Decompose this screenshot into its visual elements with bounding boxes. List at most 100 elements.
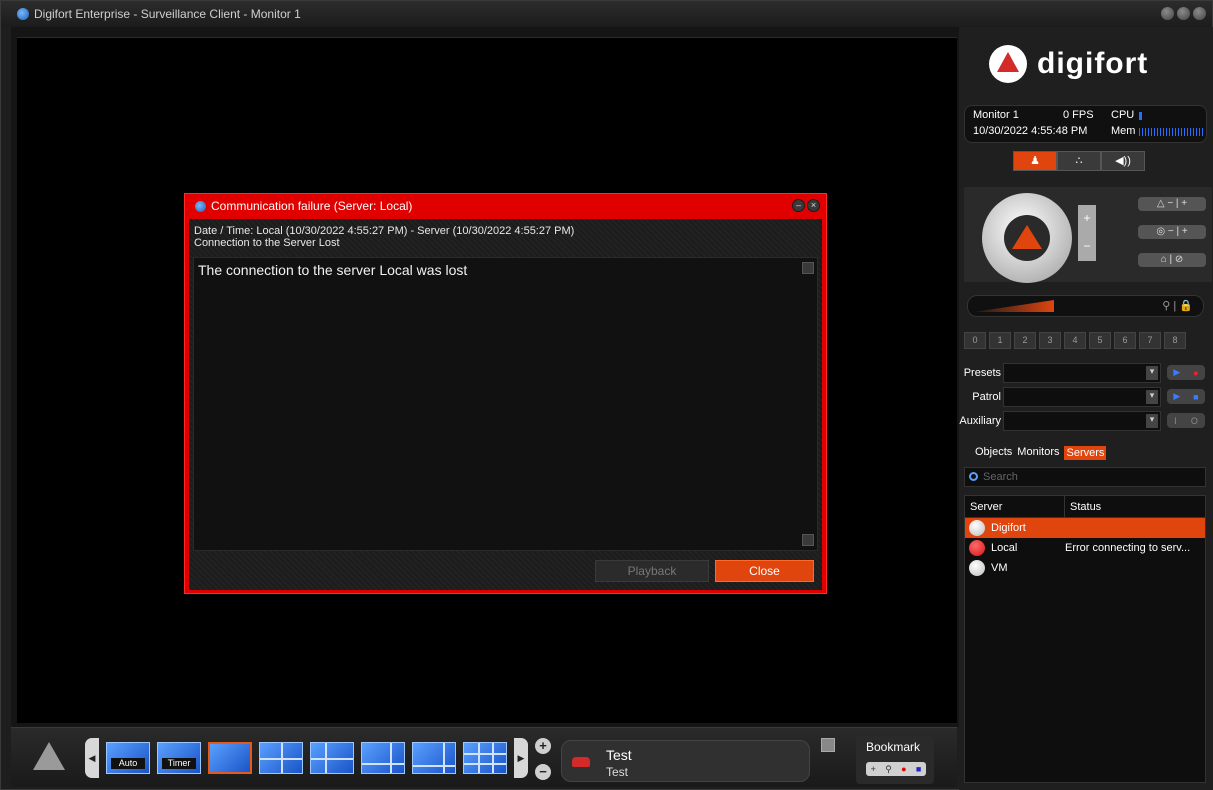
tab-monitors[interactable]: Monitors [1017, 446, 1059, 460]
dialog-minimize-icon[interactable]: – [792, 199, 805, 212]
scroll-up-icon[interactable] [802, 262, 814, 274]
bookmark-record-icon[interactable]: ● [901, 764, 906, 774]
mem-label: Mem [1111, 125, 1136, 137]
bookmark-search-icon[interactable]: ⚲ [885, 764, 892, 775]
bookmark-add-icon[interactable]: + [871, 764, 876, 774]
app-window: Digifort Enterprise - Surveillance Clien… [0, 0, 1213, 790]
bookmark-label: Bookmark [866, 740, 921, 754]
layouts-prev-button[interactable]: ◀ [85, 738, 99, 778]
auxiliary-row: Auxiliary IO [959, 411, 1213, 431]
monitor-name: Monitor 1 [973, 109, 1019, 121]
auxiliary-buttons[interactable]: IO [1167, 413, 1205, 428]
monitor-datetime: 10/30/2022 4:55:48 PM [973, 125, 1088, 137]
tab-servers[interactable]: Servers [1064, 446, 1107, 460]
auxiliary-select[interactable] [1003, 411, 1161, 431]
zoom-in-icon[interactable]: + [1078, 205, 1096, 233]
zoom-out-icon[interactable]: − [1078, 233, 1096, 261]
server-name: Digifort [991, 522, 1026, 534]
presets-label: Presets [963, 367, 1001, 379]
add-layout-icon[interactable]: + [535, 738, 551, 754]
profile-box[interactable]: Test Test [561, 740, 810, 782]
dialog-close-icon[interactable]: × [807, 199, 820, 212]
communication-failure-dialog: Communication failure (Server: Local) – … [184, 193, 827, 594]
speed-tool-icons[interactable]: ⚲ | 🔒 [1162, 299, 1193, 312]
dialog-message: The connection to the server Local was l… [198, 262, 468, 278]
layout-1-plus-7[interactable] [412, 742, 456, 774]
layout-timer-label: Timer [162, 758, 196, 769]
layout-1-plus-5[interactable] [361, 742, 405, 774]
preset-number-button[interactable]: 2 [1014, 332, 1036, 349]
search-input[interactable]: Search [964, 467, 1206, 487]
ptz-joystick[interactable] [982, 193, 1072, 283]
patrol-buttons[interactable]: ▶ ■ [1167, 389, 1205, 404]
presets-row: Presets ▶● [959, 363, 1213, 383]
preset-number-button[interactable]: 8 [1164, 332, 1186, 349]
digifort-logo-icon [989, 45, 1027, 83]
minimize-icon[interactable] [1161, 7, 1174, 20]
audio-mode-icon[interactable]: ◀)) [1101, 151, 1145, 171]
right-panel: digifort Monitor 1 0 FPS CPU 10/30/2022 … [959, 27, 1213, 790]
bookmark-stop-icon[interactable]: ■ [916, 764, 921, 774]
maximize-icon[interactable] [1177, 7, 1190, 20]
dialog-app-icon [195, 200, 206, 212]
iris-control[interactable]: ◎ − | + [1138, 225, 1206, 239]
preset-number-button[interactable]: 7 [1139, 332, 1161, 349]
groups-mode-icon[interactable]: ∴ [1057, 151, 1101, 171]
close-button[interactable]: Close [715, 560, 814, 582]
server-status-icon [969, 560, 985, 576]
ptz-controls: + − △ − | + ◎ − | + ⌂ | ⊘ [964, 187, 1212, 283]
dialog-datetime: Date / Time: Local (10/30/2022 4:55:27 P… [194, 225, 575, 237]
mem-bar [1139, 128, 1203, 136]
bottom-toolbar: ◀ Auto Timer ▶ + − Test Test Bookmark + … [11, 727, 957, 787]
list-header: Server Status [965, 496, 1205, 518]
dialog-title: Communication failure (Server: Local) [211, 199, 413, 213]
preset-number-button[interactable]: 3 [1039, 332, 1061, 349]
playback-button[interactable]: Playback [595, 560, 709, 582]
object-tabs: Objects Monitors Servers [975, 446, 1107, 460]
dialog-message-box[interactable]: The connection to the server Local was l… [193, 257, 818, 551]
preset-number-button[interactable]: 6 [1114, 332, 1136, 349]
table-row[interactable]: Digifort [965, 518, 1205, 538]
patrol-select[interactable] [1003, 387, 1161, 407]
preset-number-button[interactable]: 5 [1089, 332, 1111, 349]
preset-number-button[interactable]: 0 [964, 332, 986, 349]
close-icon[interactable] [1193, 7, 1206, 20]
window-controls [1161, 7, 1206, 20]
logo-text: digifort [1037, 47, 1149, 80]
header-server[interactable]: Server [965, 496, 1065, 517]
server-status-icon [969, 540, 985, 556]
table-row[interactable]: Local Error connecting to serv... [965, 538, 1205, 558]
presets-select[interactable] [1003, 363, 1161, 383]
table-row[interactable]: VM [965, 558, 1205, 578]
server-status: Error connecting to serv... [1065, 542, 1191, 554]
layout-3x3[interactable] [463, 742, 507, 774]
header-status[interactable]: Status [1065, 496, 1106, 517]
bookmark-controls: + ⚲ ● ■ [866, 762, 926, 776]
cpu-bar [1139, 112, 1142, 120]
preset-number-button[interactable]: 4 [1064, 332, 1086, 349]
ptz-speed-slider[interactable]: ⚲ | 🔒 [967, 295, 1204, 317]
home-control[interactable]: ⌂ | ⊘ [1138, 253, 1206, 267]
layout-timer[interactable]: Timer [157, 742, 201, 774]
presets-buttons[interactable]: ▶ ● [1167, 365, 1205, 380]
server-name: VM [991, 562, 1008, 574]
ptz-center-icon[interactable] [1004, 215, 1050, 261]
layout-2x2[interactable] [259, 742, 303, 774]
search-placeholder: Search [983, 471, 1018, 483]
remove-layout-icon[interactable]: − [535, 764, 551, 780]
dialog-title-bar: Communication failure (Server: Local) – … [185, 194, 826, 218]
preset-number-button[interactable]: 1 [989, 332, 1011, 349]
dialog-controls: – × [792, 199, 820, 212]
layout-single[interactable] [208, 742, 252, 774]
scroll-down-icon[interactable] [802, 534, 814, 546]
layout-1-plus-3[interactable] [310, 742, 354, 774]
expand-up-icon[interactable] [33, 742, 65, 770]
trash-icon[interactable] [821, 738, 835, 752]
layouts-next-button[interactable]: ▶ [514, 738, 528, 778]
window-title: Digifort Enterprise - Surveillance Clien… [34, 7, 301, 21]
layout-auto[interactable]: Auto [106, 742, 150, 774]
ptz-mode-icon[interactable]: ♟ [1013, 151, 1057, 171]
focus-control[interactable]: △ − | + [1138, 197, 1206, 211]
preset-number-row: 0 1 2 3 4 5 6 7 8 [964, 332, 1186, 349]
tab-objects[interactable]: Objects [975, 446, 1012, 460]
